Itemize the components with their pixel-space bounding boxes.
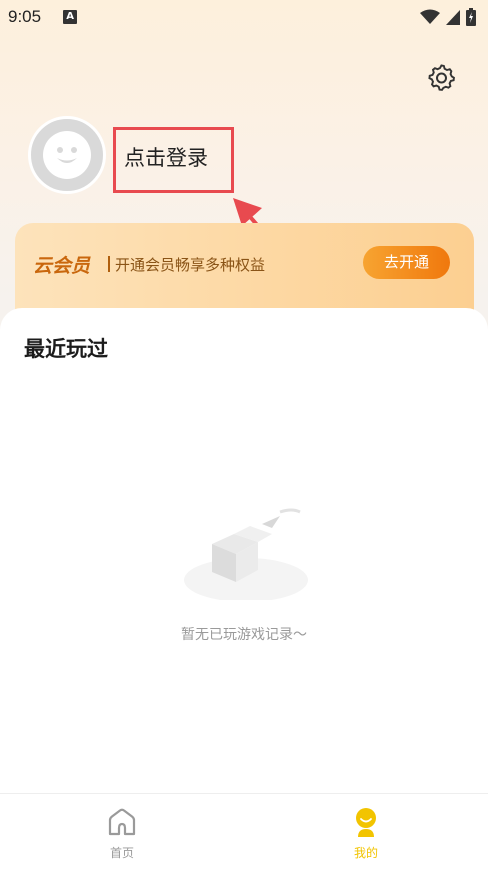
status-time: 9:05 [8, 7, 42, 26]
recent-title: 最近玩过 [24, 337, 108, 361]
status-bar: 9:05 A [0, 0, 488, 34]
tab-home-label: 首页 [109, 846, 134, 860]
bottom-tab-bar: 首页 我的 [0, 793, 488, 869]
tab-home[interactable]: 首页 [82, 806, 162, 861]
profile-icon [356, 808, 376, 837]
tab-mine-label: 我的 [353, 846, 378, 860]
vip-open-button[interactable]: 去开通 [363, 246, 450, 279]
recent-panel: 最近玩过 暂无已玩游戏记录～ [0, 308, 488, 793]
tab-mine[interactable]: 我的 [326, 806, 406, 861]
empty-state-text: 暂无已玩游戏记录～ [181, 627, 307, 643]
vip-subtitle: 开通会员畅享多种权益 [115, 256, 266, 274]
notification-icon: A [63, 10, 78, 24]
cellular-icon [446, 9, 460, 25]
settings-gear-icon[interactable] [428, 64, 456, 92]
home-icon [108, 808, 136, 836]
wifi-icon [420, 9, 440, 24]
battery-icon [466, 8, 476, 26]
smiley-face-icon [43, 131, 91, 179]
vip-divider [108, 256, 110, 272]
avatar[interactable] [28, 116, 106, 194]
login-link[interactable]: 点击登录 [124, 142, 208, 172]
vip-title: 云会员 [33, 255, 91, 277]
empty-box-icon [184, 508, 308, 600]
status-icons [420, 8, 476, 26]
